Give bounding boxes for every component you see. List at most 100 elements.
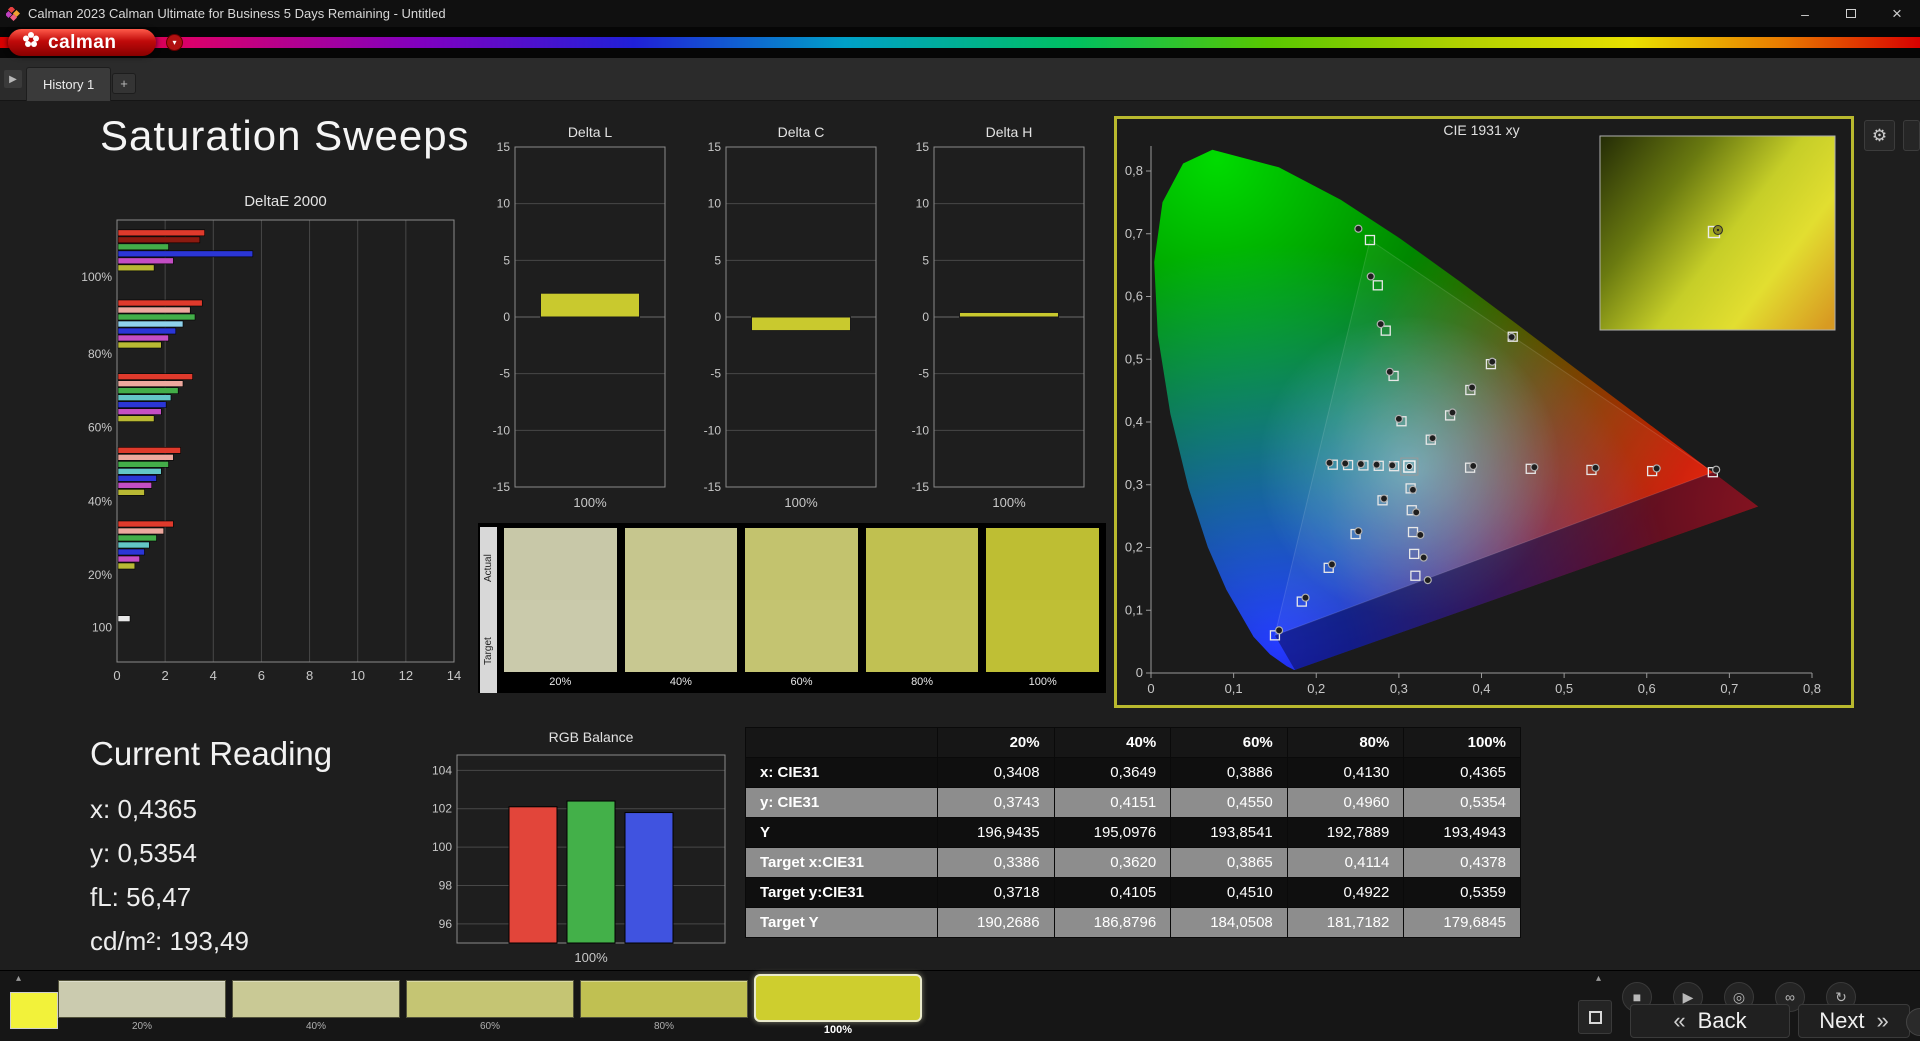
svg-text:0: 0 <box>922 310 929 324</box>
svg-text:10: 10 <box>497 197 511 211</box>
svg-text:Delta L: Delta L <box>568 124 613 140</box>
svg-text:10: 10 <box>708 197 722 211</box>
toolbar-overflow-button[interactable] <box>1903 120 1920 151</box>
deltae-bar <box>117 475 157 482</box>
expand-arrow-icon[interactable]: ▴ <box>1596 973 1601 984</box>
table-row: y: CIE31 0,3743 0,4151 0,4550 0,4960 0,5354 <box>745 787 1521 818</box>
svg-text:100: 100 <box>92 621 112 635</box>
svg-text:0: 0 <box>1147 681 1154 696</box>
measured-marker <box>1376 320 1385 329</box>
table-cell: 186,8796 <box>1053 907 1172 938</box>
expand-arrow-icon[interactable]: ▴ <box>16 973 21 984</box>
swatch-column-60%: 60% <box>744 527 859 693</box>
measured-marker <box>1423 576 1432 585</box>
delta-h-chart: Delta H -15 -10 -5 0 5 10 15 100% <box>904 123 1104 523</box>
swatch-label: 80% <box>653 1020 674 1032</box>
svg-text:0,6: 0,6 <box>1125 289 1143 304</box>
measured-marker <box>1385 367 1394 376</box>
svg-text:0,3: 0,3 <box>1390 681 1408 696</box>
table-cell: 0,3865 <box>1170 847 1288 878</box>
saturation-swatch-100%[interactable]: 100% <box>754 974 922 1038</box>
deltae-bar <box>117 394 172 401</box>
maximize-button[interactable] <box>1828 0 1874 27</box>
svg-text:0,3: 0,3 <box>1125 477 1143 492</box>
deltae-bar <box>117 415 155 422</box>
actual-swatch <box>624 528 738 600</box>
svg-text:-15: -15 <box>493 480 511 494</box>
table-row-label: y: CIE31 <box>745 787 938 818</box>
swatch-percent-label: 80% <box>911 676 934 688</box>
saturation-swatch-60%[interactable]: 60% <box>406 974 574 1034</box>
brand-bar: calman ▾ <box>0 27 1920 58</box>
svg-text:0,4: 0,4 <box>1472 681 1490 696</box>
actual-swatch <box>504 528 617 600</box>
table-cell: 0,4151 <box>1053 787 1172 818</box>
table-row-label: x: CIE31 <box>745 757 938 788</box>
svg-text:15: 15 <box>497 140 511 154</box>
table-cell: 0,4105 <box>1053 877 1172 908</box>
swatch-percent-label: 40% <box>669 676 692 688</box>
svg-text:6: 6 <box>258 668 265 683</box>
svg-text:-5: -5 <box>918 367 929 381</box>
deltae-bar <box>117 461 169 468</box>
swatch-percent-label: 60% <box>790 676 813 688</box>
svg-text:5: 5 <box>714 253 721 267</box>
deltae-bar <box>117 341 162 349</box>
gear-icon[interactable]: ⚙ <box>1864 120 1895 151</box>
calman-menu-dropdown[interactable]: ▾ <box>166 34 183 51</box>
table-row: Y 196,9435 195,0976 193,8541 192,7889 193,494… <box>745 817 1521 848</box>
actual-target-swatch-strip: Actual Target 20% 40% 60% 80% 100% <box>478 523 1106 693</box>
deltae-bar <box>117 527 165 535</box>
saturation-swatch-80%[interactable]: 80% <box>580 974 748 1034</box>
delta-bar <box>751 316 851 332</box>
delta-bar <box>959 311 1059 318</box>
measured-marker <box>1467 383 1477 392</box>
table-row: Target y:CIE31 0,3718 0,4105 0,4510 0,4922 0,… <box>745 877 1521 908</box>
tab-scroll-arrow-icon[interactable]: ▶ <box>4 70 22 88</box>
svg-text:0,7: 0,7 <box>1720 681 1738 696</box>
saturation-swatch-40%[interactable]: 40% <box>232 974 400 1034</box>
table-cell: 0,4550 <box>1170 787 1288 818</box>
swatch-column-80%: 80% <box>864 527 980 693</box>
table-cell: 0,4114 <box>1286 847 1405 878</box>
table-cell: 0,4960 <box>1286 787 1405 818</box>
table-cell: 0,5354 <box>1403 787 1521 818</box>
pattern-window-button[interactable] <box>1578 1000 1612 1034</box>
table-col-header: 40% <box>1053 727 1172 758</box>
table-row: Target x:CIE31 0,3386 0,3620 0,3865 0,4114 0,… <box>745 847 1521 878</box>
svg-text:-10: -10 <box>912 423 930 437</box>
measured-marker <box>1394 414 1403 423</box>
back-button[interactable]: « Back <box>1630 1004 1790 1038</box>
measured-marker <box>1341 459 1350 468</box>
svg-text:100%: 100% <box>574 950 608 965</box>
svg-text:20%: 20% <box>88 568 112 582</box>
current-reading-panel: Current Reading x: 0,4365 y: 0,5354 fL: … <box>90 735 332 963</box>
deltae-bar <box>117 334 169 342</box>
svg-text:15: 15 <box>708 140 722 154</box>
deltae-bar <box>117 468 162 475</box>
table-row-label: Target y:CIE31 <box>745 877 938 908</box>
calman-logo-button[interactable]: calman <box>8 29 156 56</box>
deltae-bar <box>117 454 174 461</box>
deltae-bar <box>117 520 174 528</box>
deltae-bar <box>117 447 181 454</box>
add-tab-button[interactable]: + <box>112 73 136 94</box>
pattern-color-swatch[interactable] <box>10 992 58 1029</box>
saturation-swatch-20%[interactable]: 20% <box>58 974 226 1034</box>
measured-marker <box>1507 332 1516 342</box>
measured-marker <box>1416 530 1425 540</box>
next-button[interactable]: Next » <box>1798 1004 1910 1038</box>
swatch-percent-label: 100% <box>1028 676 1057 688</box>
minimize-button[interactable]: – <box>1782 0 1828 27</box>
tab-history-1[interactable]: History 1 <box>26 67 112 101</box>
table-row-label: Target x:CIE31 <box>745 847 938 878</box>
svg-text:Delta C: Delta C <box>778 124 825 140</box>
svg-text:0,8: 0,8 <box>1125 163 1143 178</box>
svg-text:80%: 80% <box>88 347 112 361</box>
svg-text:0,2: 0,2 <box>1307 681 1325 696</box>
measured-marker <box>1428 434 1437 443</box>
table-cell: 0,4130 <box>1286 757 1405 788</box>
svg-text:98: 98 <box>439 878 453 892</box>
close-button[interactable]: × <box>1874 0 1920 27</box>
table-col-header: 100% <box>1403 727 1521 758</box>
